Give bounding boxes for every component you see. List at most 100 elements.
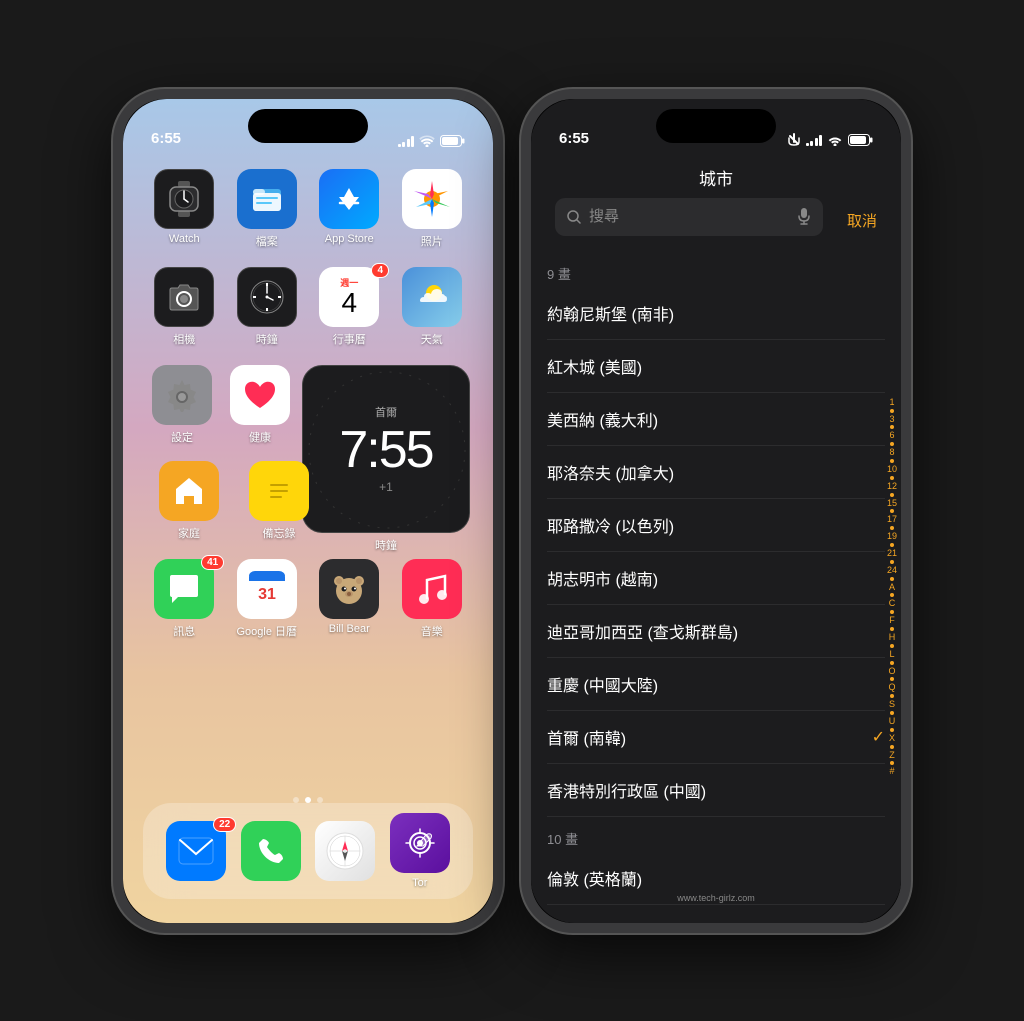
alpha-Q[interactable]: Q [888, 682, 895, 693]
app-home[interactable]: 家庭 [153, 461, 225, 541]
city-list: 9 畫 約翰尼斯堡 (南非) 紅木城 (美國) 美西納 (義大利) 耶洛奈夫 (… [531, 252, 901, 923]
app-camera[interactable]: 相機 [148, 267, 220, 347]
alpha-dot [890, 627, 894, 631]
city-search-bar[interactable] [555, 198, 823, 236]
app-photos[interactable]: 照片 [396, 169, 468, 249]
app-messages[interactable]: 41 訊息 [148, 559, 220, 639]
alpha-dot [890, 711, 894, 715]
notes-icon [249, 461, 309, 521]
city-item-yellowknife[interactable]: 耶洛奈夫 (加拿大) [547, 446, 885, 499]
messages-badge: 41 [201, 555, 224, 570]
city-name: 哥本哈根 (丹麥) [547, 919, 658, 923]
alpha-C[interactable]: C [889, 598, 896, 609]
app-weather[interactable]: 天氣 [396, 267, 468, 347]
alpha-L[interactable]: L [889, 649, 894, 660]
app-watch[interactable]: Watch [148, 169, 220, 249]
alpha-6[interactable]: 6 [889, 430, 894, 441]
search-input[interactable] [589, 208, 789, 225]
music-icon [402, 559, 462, 619]
city-item-chongqing[interactable]: 重慶 (中國大陸) [547, 658, 885, 711]
watch-label: Watch [169, 233, 200, 245]
alpha-dot [890, 543, 894, 547]
dock-tor[interactable]: Tor [384, 813, 456, 889]
app-files[interactable]: 檔案 [231, 169, 303, 249]
health-label: 健康 [249, 429, 271, 445]
alpha-Z[interactable]: Z [889, 750, 895, 761]
city-name: 倫敦 (英格蘭) [547, 866, 642, 890]
calendar-label: 行事曆 [333, 331, 366, 347]
alpha-24[interactable]: 24 [887, 565, 897, 576]
tor-icon [390, 813, 450, 873]
alpha-1[interactable]: 1 [889, 397, 894, 408]
alpha-dot [890, 694, 894, 698]
dock-mail[interactable]: 22 [160, 821, 232, 881]
city-item-seoul[interactable]: 首爾 (南韓) ✓ [547, 711, 885, 764]
alpha-dot [890, 761, 894, 765]
music-label: 音樂 [421, 623, 443, 639]
alpha-15[interactable]: 15 [887, 498, 897, 509]
app-settings[interactable]: 設定 [146, 365, 218, 445]
city-item-hcmc[interactable]: 胡志明市 (越南) [547, 552, 885, 605]
check-mark: ✓ [872, 727, 885, 747]
alpha-index: 1 3 6 8 10 12 15 17 19 [885, 252, 899, 923]
app-grid: Watch 檔案 [123, 159, 493, 667]
city-item-johannesburg[interactable]: 約翰尼斯堡 (南非) [547, 287, 885, 340]
alpha-19[interactable]: 19 [887, 531, 897, 542]
alpha-10[interactable]: 10 [887, 464, 897, 475]
cancel-button[interactable]: 取消 [847, 210, 877, 231]
city-item-hongkong[interactable]: 香港特別行政區 (中國) [547, 764, 885, 817]
city-name: 約翰尼斯堡 (南非) [547, 301, 674, 325]
mic-icon[interactable] [797, 208, 811, 226]
clock-widget-display: 首爾 7:55 +1 [302, 365, 470, 533]
city-list-inner[interactable]: 9 畫 約翰尼斯堡 (南非) 紅木城 (美國) 美西納 (義大利) 耶洛奈夫 (… [531, 252, 901, 923]
health-icon [230, 365, 290, 425]
alpha-O[interactable]: O [888, 666, 895, 677]
city-name: 香港特別行政區 (中國) [547, 778, 706, 802]
alpha-17[interactable]: 17 [887, 514, 897, 525]
dynamic-island [248, 109, 368, 143]
messages-label: 訊息 [173, 623, 195, 639]
app-billbear[interactable]: Bill Bear [313, 559, 385, 639]
alpha-21[interactable]: 21 [887, 548, 897, 559]
alpha-U[interactable]: U [889, 716, 896, 727]
alpha-dot [890, 442, 894, 446]
city-item-copenhagen[interactable]: 哥本哈根 (丹麥) [547, 905, 885, 923]
city-item-messina[interactable]: 美西納 (義大利) [547, 393, 885, 446]
app-notes[interactable]: 備忘錄 [243, 461, 315, 541]
alpha-S[interactable]: S [889, 699, 895, 710]
alpha-hash[interactable]: # [889, 766, 894, 777]
alpha-H[interactable]: H [889, 632, 896, 643]
battery-icon [440, 135, 465, 147]
app-clock[interactable]: 時鐘 [231, 267, 303, 347]
status-time: 6:55 [151, 130, 181, 147]
wifi-icon [419, 135, 435, 147]
alpha-3[interactable]: 3 [889, 414, 894, 425]
clock-label: 時鐘 [256, 331, 278, 347]
alpha-A[interactable]: A [889, 582, 895, 593]
city-item-redwood[interactable]: 紅木城 (美國) [547, 340, 885, 393]
watermark: www.tech-girlz.com [677, 893, 755, 903]
gcal-label: Google 日曆 [236, 623, 297, 639]
app-calendar[interactable]: 週一 4 4 行事曆 [313, 267, 385, 347]
app-appstore[interactable]: App Store [313, 169, 385, 249]
dock-phone[interactable] [235, 821, 307, 881]
clock-widget[interactable]: 首爾 7:55 +1 時鐘 [302, 365, 470, 553]
app-row-5: 41 訊息 31 Google 日曆 [143, 559, 473, 639]
city-name: 首爾 (南韓) [547, 725, 626, 749]
city-item-jerusalem[interactable]: 耶路撒冷 (以色列) [547, 499, 885, 552]
app-music[interactable]: 音樂 [396, 559, 468, 639]
alpha-X[interactable]: X [889, 733, 895, 744]
status-icons [398, 135, 466, 147]
app-health[interactable]: 健康 [224, 365, 296, 445]
city-name: 美西納 (義大利) [547, 407, 658, 431]
alpha-F[interactable]: F [889, 615, 895, 626]
alpha-12[interactable]: 12 [887, 481, 897, 492]
city-screen: 城市 取消 [531, 153, 901, 923]
city-item-diegogarcía[interactable]: 迪亞哥加西亞 (查戈斯群島) [547, 605, 885, 658]
dock-safari[interactable] [309, 821, 381, 881]
app-gcal[interactable]: 31 Google 日曆 [231, 559, 303, 639]
camera-label: 相機 [173, 331, 195, 347]
weather-icon [402, 267, 462, 327]
files-label: 檔案 [256, 233, 278, 249]
alpha-8[interactable]: 8 [889, 447, 894, 458]
